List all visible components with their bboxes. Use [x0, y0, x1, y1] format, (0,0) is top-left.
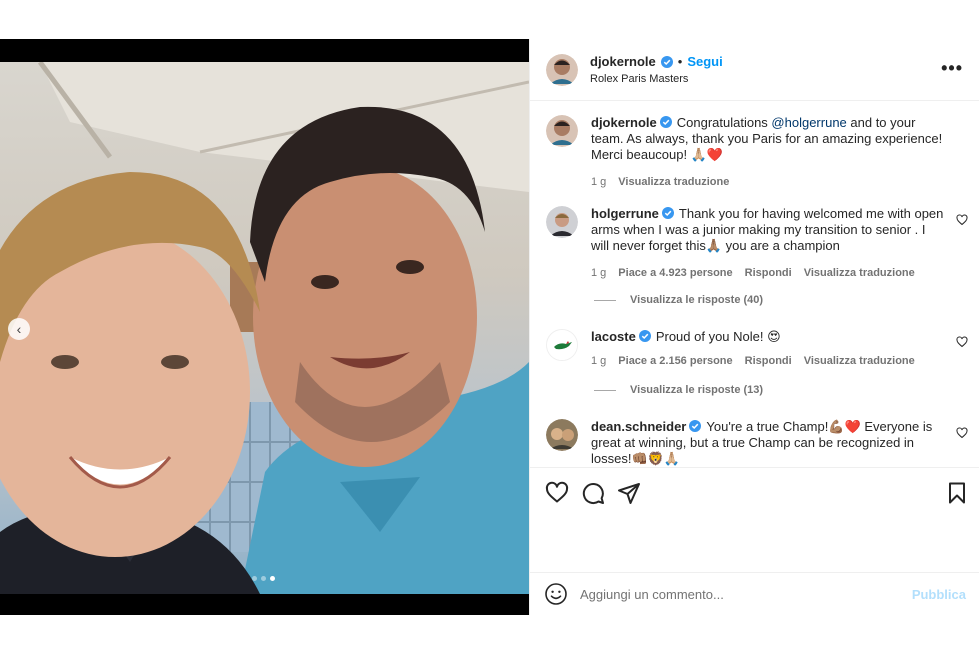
add-comment-bar: Pubblica [530, 572, 979, 615]
post-author-username[interactable]: djokernole [590, 54, 656, 69]
post-side-panel: djokernole • Segui Rolex Paris Masters •… [529, 39, 979, 615]
follow-button[interactable]: Segui [687, 54, 722, 69]
comment-likes[interactable]: Piace a 4.923 persone [618, 265, 732, 281]
comment-time[interactable]: 1 g [591, 353, 606, 369]
post-actions-bar [530, 467, 979, 517]
carousel-prev-button[interactable]: ‹ [8, 318, 30, 340]
translate-button[interactable]: Visualizza traduzione [804, 265, 915, 281]
photo-illustration [0, 62, 529, 594]
comment-text: lacoste Proud of you Nole! 😍 [591, 329, 946, 345]
comment-item: dean.schneider You're a true Champ!💪🏽❤️ E… [546, 419, 946, 467]
verified-badge-icon [689, 420, 702, 432]
comment-item: holgerrune Thank you for having welcomed … [546, 206, 946, 281]
comment-likes[interactable]: Piace a 2.156 persone [618, 353, 732, 369]
more-options-button[interactable]: ••• [941, 58, 963, 79]
emoji-icon[interactable] [544, 582, 568, 606]
separator-bullet: • [677, 54, 683, 69]
verified-badge-icon [660, 55, 673, 68]
comment-text: dean.schneider You're a true Champ!💪🏽❤️ E… [591, 419, 946, 467]
post-media: ‹ [0, 39, 529, 615]
comments-list: djokernole Congratulations @holgerrune an… [530, 101, 979, 467]
post-location[interactable]: Rolex Paris Masters [590, 73, 723, 85]
replies-divider [594, 299, 616, 301]
avatar[interactable] [546, 419, 578, 451]
caption-text-before: Congratulations [676, 115, 772, 130]
instagram-post-page: ‹ djokernole • Segui Rolex Paris Masters [0, 0, 979, 653]
more-icon: ••• [941, 58, 963, 78]
carousel-dot [261, 576, 266, 581]
publish-button[interactable]: Pubblica [912, 587, 966, 602]
view-replies-button[interactable]: Visualizza le risposte (13) [594, 384, 763, 396]
heart-icon[interactable] [545, 481, 569, 505]
carousel-dot [252, 576, 257, 581]
avatar[interactable] [546, 206, 578, 238]
replies-divider [594, 389, 616, 391]
comment-input[interactable] [580, 586, 900, 602]
reply-button[interactable]: Rispondi [745, 265, 792, 281]
comment-time[interactable]: 1 g [591, 174, 606, 190]
caption: djokernole Congratulations @holgerrune an… [546, 115, 946, 190]
avatar[interactable] [546, 53, 578, 86]
verified-badge-icon [661, 207, 674, 219]
comment-body: Proud of you Nole! 😍 [655, 329, 781, 344]
view-replies-label: Visualizza le risposte (13) [630, 384, 764, 396]
view-replies-button[interactable]: Visualizza le risposte (40) [594, 294, 763, 306]
comment-time[interactable]: 1 g [591, 265, 606, 281]
like-comment-heart-icon[interactable] [956, 427, 968, 439]
carousel-indicator [252, 576, 275, 581]
comment-icon[interactable] [581, 481, 605, 505]
share-icon[interactable] [617, 481, 641, 505]
translate-button[interactable]: Visualizza traduzione [804, 353, 915, 369]
post-photo [0, 62, 529, 594]
like-comment-heart-icon[interactable] [956, 336, 968, 348]
verified-badge-icon [659, 116, 672, 128]
post-header: djokernole • Segui Rolex Paris Masters •… [530, 39, 979, 101]
bookmark-icon[interactable] [945, 481, 969, 505]
comment-username[interactable]: dean.schneider [591, 419, 686, 434]
chevron-left-icon: ‹ [16, 321, 22, 337]
translate-button[interactable]: Visualizza traduzione [618, 174, 729, 190]
carousel-dot-active [270, 576, 275, 581]
comment-username[interactable]: holgerrune [591, 206, 659, 221]
like-comment-heart-icon[interactable] [956, 214, 968, 226]
comment-text: holgerrune Thank you for having welcomed … [591, 206, 946, 254]
view-replies-label: Visualizza le risposte (40) [630, 294, 764, 306]
mention-link[interactable]: @holgerrune [771, 115, 846, 130]
verified-badge-icon [638, 330, 651, 342]
comment-username[interactable]: lacoste [591, 329, 636, 344]
comment-username[interactable]: djokernole [591, 115, 657, 130]
avatar[interactable] [546, 329, 578, 361]
comment-item: lacoste Proud of you Nole! 😍 1 g Piace a … [546, 329, 946, 369]
caption-text: djokernole Congratulations @holgerrune an… [591, 115, 946, 163]
avatar[interactable] [546, 115, 578, 147]
reply-button[interactable]: Rispondi [745, 353, 792, 369]
